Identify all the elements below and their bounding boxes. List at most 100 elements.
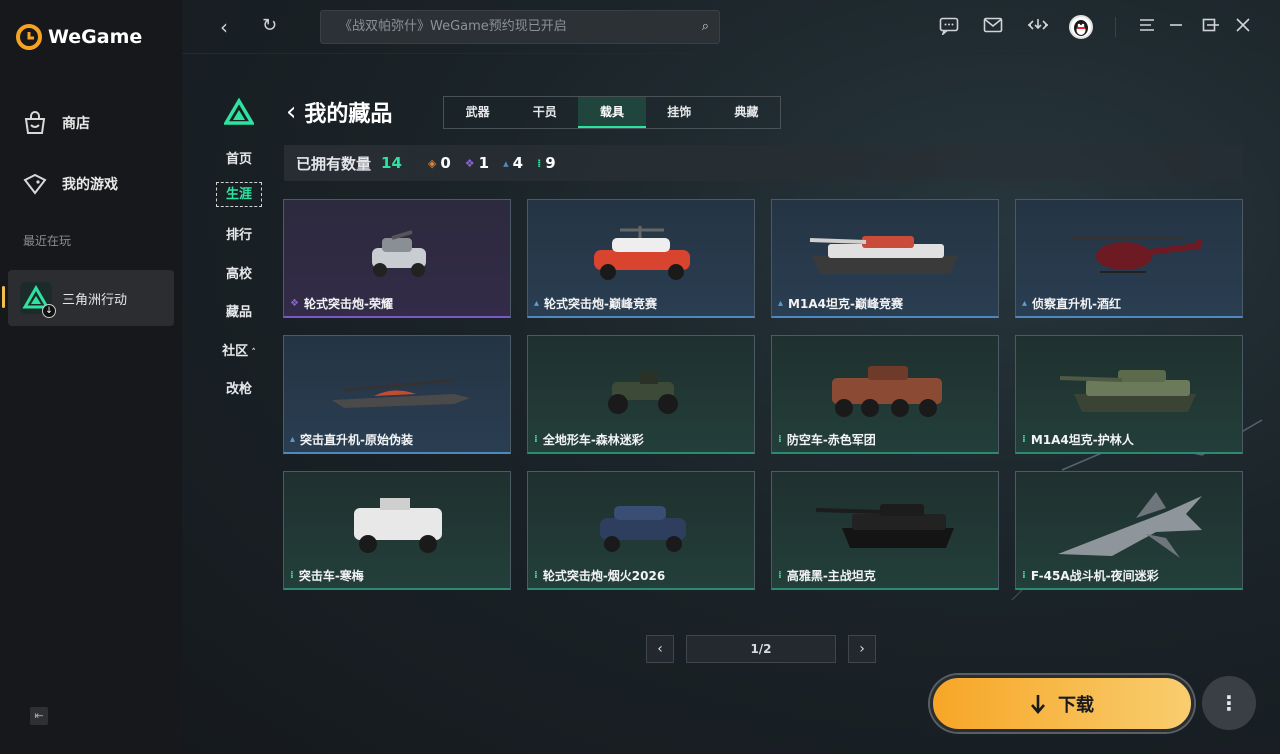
mail-icon[interactable] <box>983 17 1003 37</box>
vehicle-card[interactable]: ▴ 突击直升机-原始伪装 <box>283 335 511 454</box>
rarity-green-icon: ⁞ <box>778 434 782 445</box>
rarity-green-icon: ⁞ <box>534 434 538 445</box>
vehicle-name: 突击直升机-原始伪装 <box>300 433 414 447</box>
game-nav-collection[interactable]: 藏品 <box>214 301 264 320</box>
vehicle-label: ⁞ 防空车-赤色军团 <box>778 431 876 448</box>
delta-force-logo-icon[interactable] <box>222 97 256 130</box>
chevron-up-icon: ˄ <box>248 348 256 358</box>
rarity-green-icon: ⁞ <box>1022 570 1026 581</box>
count-purple: 1 <box>478 154 490 172</box>
tab-vehicles[interactable]: 载具 <box>578 97 646 128</box>
refresh-icon[interactable]: ↻ <box>262 15 277 36</box>
active-indicator <box>2 286 5 308</box>
vehicle-card[interactable]: ▴ M1A4坦克-巅峰竞赛 <box>771 199 999 318</box>
vehicle-name: 轮式突击炮-巅峰竞赛 <box>544 297 658 311</box>
tab-charms[interactable]: 挂饰 <box>646 97 713 128</box>
vehicle-name: M1A4坦克-护林人 <box>1030 433 1134 447</box>
main-area: ‹ ↻ 《战双帕弥什》WeGame预约现已开启 ⌕ 首页 生涯 排行 高校 藏品… <box>182 0 1280 754</box>
vehicle-label: ▴ 侦察直升机-酒红 <box>1022 295 1121 312</box>
back-icon[interactable]: ‹ <box>220 15 228 39</box>
gamepad-icon <box>23 173 47 195</box>
vehicle-card[interactable]: ▴ 侦察直升机-酒红 <box>1015 199 1243 318</box>
rarity-purple-icon: ❖ <box>290 298 299 309</box>
vehicle-name: 防空车-赤色军团 <box>786 433 876 447</box>
avatar[interactable] <box>1069 15 1093 39</box>
vehicle-name: 全地形车-森林迷彩 <box>542 433 644 447</box>
more-options-button[interactable]: ⋮ <box>1202 676 1256 730</box>
collapse-sidebar-icon[interactable]: ⇤ <box>30 707 48 725</box>
vehicle-card[interactable]: ⁞ 突击车-寒梅 <box>283 471 511 590</box>
page-title: 我的藏品 <box>304 102 393 127</box>
rarity-blue-icon: ▴ <box>534 298 540 309</box>
recent-game-label: 三角洲行动 <box>62 292 128 308</box>
vehicle-name: 高雅黑-主战坦克 <box>786 569 876 583</box>
minimize-button[interactable] <box>1169 17 1183 36</box>
game-nav-community[interactable]: 社区 ˄ <box>214 340 264 359</box>
vehicle-image <box>1058 492 1202 558</box>
owned-stats-bar: 已拥有数量 14 ◈ 0 ❖ 1 ▴ 4 ⁞ 9 <box>284 145 1243 181</box>
download-button[interactable]: 下载 <box>930 675 1194 732</box>
game-nav-gunsmith[interactable]: 改枪 <box>214 378 264 397</box>
vehicle-card[interactable]: ⁞ 全地形车-森林迷彩 <box>527 335 755 454</box>
game-nav-ranking[interactable]: 排行 <box>214 224 264 243</box>
search-input[interactable]: 《战双帕弥什》WeGame预约现已开启 ⌕ <box>320 10 720 44</box>
vehicle-label: ❖ 轮式突击炮-荣耀 <box>290 295 393 312</box>
vehicle-name: M1A4坦克-巅峰竞赛 <box>788 297 903 311</box>
recent-label: 最近在玩 <box>23 234 72 248</box>
vehicle-card[interactable]: ⁞ 轮式突击炮-烟火2026 <box>527 471 755 590</box>
game-nav-career[interactable]: 生涯 <box>216 182 262 207</box>
tab-operators[interactable]: 干员 <box>511 97 578 128</box>
vehicle-card[interactable]: ▴ 轮式突击炮-巅峰竞赛 <box>527 199 755 318</box>
game-nav-home[interactable]: 首页 <box>214 148 264 167</box>
owned-total: 14 <box>381 154 402 172</box>
vehicle-card[interactable]: ❖ 轮式突击炮-荣耀 <box>283 199 511 318</box>
download-manager-icon[interactable] <box>1027 17 1049 37</box>
rarity-blue-icon: ▴ <box>290 434 296 445</box>
vehicle-name: 轮式突击炮-烟火2026 <box>542 569 666 583</box>
vehicle-image <box>600 506 686 552</box>
rarity-blue-icon: ▴ <box>503 156 509 170</box>
vehicle-label: ⁞ 轮式突击炮-烟火2026 <box>534 567 665 584</box>
sidebar-item-store[interactable]: 商店 <box>22 111 90 135</box>
tab-weapons[interactable]: 武器 <box>444 97 511 128</box>
owned-label: 已拥有数量 <box>296 154 372 173</box>
menu-icon[interactable] <box>1137 17 1157 37</box>
count-blue: 4 <box>512 154 524 172</box>
tab-collectibles[interactable]: 典藏 <box>713 97 780 128</box>
sidebar-item-label: 我的游戏 <box>62 177 118 193</box>
search-placeholder: 《战双帕弥什》WeGame预约现已开启 <box>339 19 567 34</box>
delta-force-game-icon: ↓ <box>20 282 56 318</box>
maximize-icon[interactable] <box>1202 17 1216 36</box>
rarity-orange-icon: ◈ <box>427 156 437 170</box>
sidebar-item-my-games[interactable]: 我的游戏 <box>22 172 118 196</box>
wegame-logo[interactable]: WeGame <box>16 24 142 50</box>
game-nav-college[interactable]: 高校 <box>214 263 264 282</box>
download-badge-icon: ↓ <box>42 304 56 318</box>
vehicle-image <box>809 236 958 274</box>
chat-icon[interactable] <box>939 17 959 37</box>
collection-tabs: 武器 干员 载具 挂饰 典藏 <box>443 96 781 129</box>
vehicle-card[interactable]: ⁞ M1A4坦克-护林人 <box>1015 335 1243 454</box>
pagination: ‹ 1/2 › <box>646 635 876 663</box>
rarity-blue-icon: ▴ <box>778 298 784 309</box>
rarity-blue-icon: ▴ <box>1022 298 1028 309</box>
vehicle-card[interactable]: ⁞ F-45A战斗机-夜间迷彩 <box>1015 471 1243 590</box>
back-chevron-icon[interactable]: ‹ <box>286 97 296 127</box>
recent-game-item[interactable]: ↓ 三角洲行动 <box>2 270 174 326</box>
vehicle-name: 突击车-寒梅 <box>298 569 364 583</box>
app-name: WeGame <box>48 26 143 48</box>
close-icon[interactable] <box>1236 17 1250 36</box>
rarity-green-icon: ⁞ <box>537 156 542 170</box>
vehicle-card[interactable]: ⁞ 防空车-赤色军团 <box>771 335 999 454</box>
search-icon[interactable]: ⌕ <box>702 11 709 43</box>
page-indicator: 1/2 <box>686 635 836 663</box>
vehicle-name: 轮式突击炮-荣耀 <box>303 297 393 311</box>
vehicle-card[interactable]: ⁞ 高雅黑-主战坦克 <box>771 471 999 590</box>
vehicle-image <box>354 498 442 553</box>
next-page-button[interactable]: › <box>848 635 876 663</box>
download-arrow-icon <box>1031 694 1045 714</box>
vehicle-label: ▴ 轮式突击炮-巅峰竞赛 <box>534 295 657 312</box>
prev-page-button[interactable]: ‹ <box>646 635 674 663</box>
vehicle-image <box>608 372 678 414</box>
vehicle-image <box>372 230 426 277</box>
